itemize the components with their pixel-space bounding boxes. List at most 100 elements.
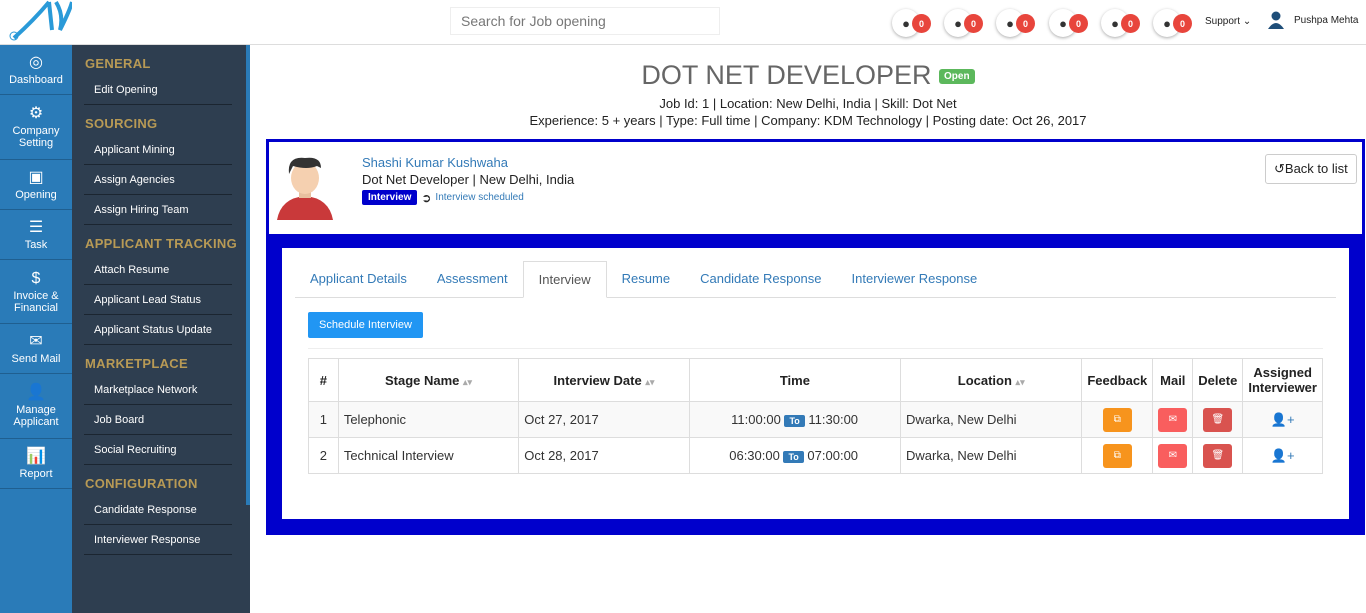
- back-to-list-button[interactable]: ↺Back to list: [1265, 154, 1357, 184]
- add-user-icon[interactable]: 👤+: [1271, 448, 1295, 463]
- column-header-label: Time: [779, 372, 810, 388]
- column-header[interactable]: Stage Name ▴▾: [337, 358, 520, 402]
- notification-count: 0: [1069, 14, 1088, 33]
- feedback-button[interactable]: ⧉: [1102, 407, 1132, 432]
- cell-assign: 👤+: [1242, 401, 1323, 438]
- column-header-label: Stage Name: [384, 372, 460, 388]
- candidate-card: Shashi Kumar Kushwaha Dot Net Developer …: [269, 142, 1362, 234]
- submenu-section-title: SOURCING: [85, 116, 158, 131]
- submenu-item[interactable]: Applicant Lead Status: [84, 285, 232, 315]
- cell-action: 🗑: [1192, 401, 1244, 438]
- sort-icon[interactable]: ▴▾: [645, 377, 654, 387]
- job-title: DOT NET DEVELOPER: [641, 60, 932, 90]
- cell-action: ✉: [1152, 437, 1194, 474]
- notification-meeting[interactable]: ● 0: [1049, 9, 1088, 37]
- rail-item-invoice-financial[interactable]: $ Invoice & Financial: [0, 260, 72, 324]
- cell-stage: Telephonic: [337, 401, 520, 438]
- column-header: #: [308, 358, 339, 402]
- column-header-label: Interview Date: [553, 372, 642, 388]
- rail-item-send-mail[interactable]: ✉ Send Mail: [0, 324, 72, 374]
- tab-interviewer-response[interactable]: Interviewer Response: [837, 261, 993, 297]
- status-badge: Open: [939, 69, 975, 85]
- logo[interactable]: [4, 0, 74, 44]
- mail-button[interactable]: ✉: [1158, 443, 1188, 468]
- submenu-item[interactable]: Attach Resume: [84, 255, 232, 285]
- notification-search-doc[interactable]: ● 0: [1153, 9, 1192, 37]
- submenu-item[interactable]: Edit Opening: [84, 75, 232, 105]
- cell-action: ⧉: [1081, 437, 1154, 474]
- cell-n: 2: [308, 437, 339, 474]
- cell-time: 06:30:00 To 07:00:00: [688, 437, 902, 474]
- submenu-item[interactable]: Assign Hiring Team: [84, 195, 232, 225]
- submenu-item[interactable]: Applicant Mining: [84, 135, 232, 165]
- notification-count: 0: [1016, 14, 1035, 33]
- end-time: 07:00:00: [807, 448, 859, 463]
- rail-item-company-setting[interactable]: ⚙ Company Setting: [0, 95, 72, 160]
- tab-resume[interactable]: Resume: [607, 261, 685, 297]
- notification-user[interactable]: ● 0: [892, 9, 931, 37]
- submenu-item[interactable]: Marketplace Network: [84, 375, 232, 405]
- submenu-item[interactable]: Social Recruiting: [84, 435, 232, 465]
- rail-item-dashboard[interactable]: ◎ Dashboard: [0, 45, 72, 95]
- column-header[interactable]: Location ▴▾: [900, 358, 1083, 402]
- candidate-subtitle: Dot Net Developer | New Delhi, India: [362, 172, 575, 187]
- notification-count: 0: [964, 14, 983, 33]
- schedule-interview-button[interactable]: Schedule Interview: [308, 312, 423, 338]
- add-user-icon[interactable]: 👤+: [1271, 412, 1295, 427]
- tab-interview[interactable]: Interview: [522, 261, 607, 298]
- search-doc-icon: ●: [1163, 15, 1171, 31]
- sort-icon[interactable]: ▴▾: [1016, 377, 1025, 387]
- chevron-down-icon: ⌄: [1242, 16, 1252, 27]
- person-outline-icon: ●: [1111, 15, 1119, 31]
- user-name: Pushpa Mehta: [1294, 14, 1359, 26]
- candidate-name[interactable]: Shashi Kumar Kushwaha: [362, 155, 508, 170]
- rail-icon: ◎: [29, 53, 43, 71]
- delete-button[interactable]: 🗑: [1203, 443, 1233, 468]
- submenu: GENERAL Edit Opening SOURCING Applicant Min…: [72, 45, 250, 613]
- submenu-section-title: GENERAL: [85, 56, 151, 71]
- column-header[interactable]: Interview Date ▴▾: [518, 358, 690, 402]
- feedback-button[interactable]: ⧉: [1102, 443, 1132, 468]
- column-header-label: Location: [957, 372, 1012, 388]
- start-time: 06:30:00: [729, 448, 780, 463]
- submenu-item[interactable]: Applicant Status Update: [84, 315, 232, 345]
- submenu-item[interactable]: Candidate Response: [84, 495, 232, 525]
- tab-candidate-response[interactable]: Candidate Response: [685, 261, 836, 297]
- user-icon: ●: [902, 15, 910, 31]
- support-dropdown[interactable]: Support ⌄: [1205, 16, 1251, 27]
- job-meta-2: Experience: 5 + years | Type: Full time …: [529, 113, 1087, 128]
- submenu-item[interactable]: Interviewer Response: [84, 525, 232, 555]
- delete-button[interactable]: 🗑: [1203, 407, 1233, 432]
- submenu-item[interactable]: Job Board: [84, 405, 232, 435]
- column-header-label: Mail: [1160, 372, 1186, 388]
- candidate-avatar: [277, 157, 333, 220]
- rail-label: Company Setting: [12, 125, 60, 149]
- rail-item-report[interactable]: 📊 Report: [0, 439, 72, 489]
- feedback-icon: ⧉: [1113, 413, 1121, 425]
- submenu-item[interactable]: Assign Agencies: [84, 165, 232, 195]
- rail-item-opening[interactable]: ▣ Opening: [0, 160, 72, 210]
- search-input[interactable]: Search for Job opening: [450, 7, 720, 35]
- tab-applicant-details[interactable]: Applicant Details: [295, 261, 422, 297]
- notification-bank[interactable]: ● 0: [996, 9, 1035, 37]
- column-header: Delete: [1192, 358, 1244, 402]
- column-header-label: Delete: [1198, 372, 1238, 388]
- rail-item-task[interactable]: ☰ Task: [0, 210, 72, 260]
- rail-icon: ⚙: [28, 105, 44, 122]
- candidate-panel: Shashi Kumar Kushwaha Dot Net Developer …: [266, 139, 1365, 535]
- sort-icon[interactable]: ▴▾: [463, 377, 472, 387]
- user-avatar-icon: [1268, 11, 1284, 29]
- table-row: 2 Technical Interview Oct 28, 2017 06:30:00…: [308, 437, 1323, 474]
- cell-time: 11:00:00 To 11:30:00: [688, 401, 902, 438]
- tab-assessment[interactable]: Assessment: [422, 261, 523, 297]
- user-menu[interactable]: Pushpa Mehta: [1268, 11, 1359, 29]
- rail-item-manage-applicant[interactable]: 👤 Manage Applicant: [0, 374, 72, 439]
- job-title-row: DOT NET DEVELOPER Open: [250, 60, 1366, 91]
- mail-button[interactable]: ✉: [1158, 407, 1188, 432]
- notification-person-outline[interactable]: ● 0: [1101, 9, 1140, 37]
- rail-icon: ✉: [29, 332, 43, 350]
- notification-team[interactable]: ● 0: [944, 9, 983, 37]
- start-time: 11:00:00: [731, 412, 781, 427]
- team-icon: ●: [954, 15, 962, 31]
- notification-count: 0: [912, 14, 931, 33]
